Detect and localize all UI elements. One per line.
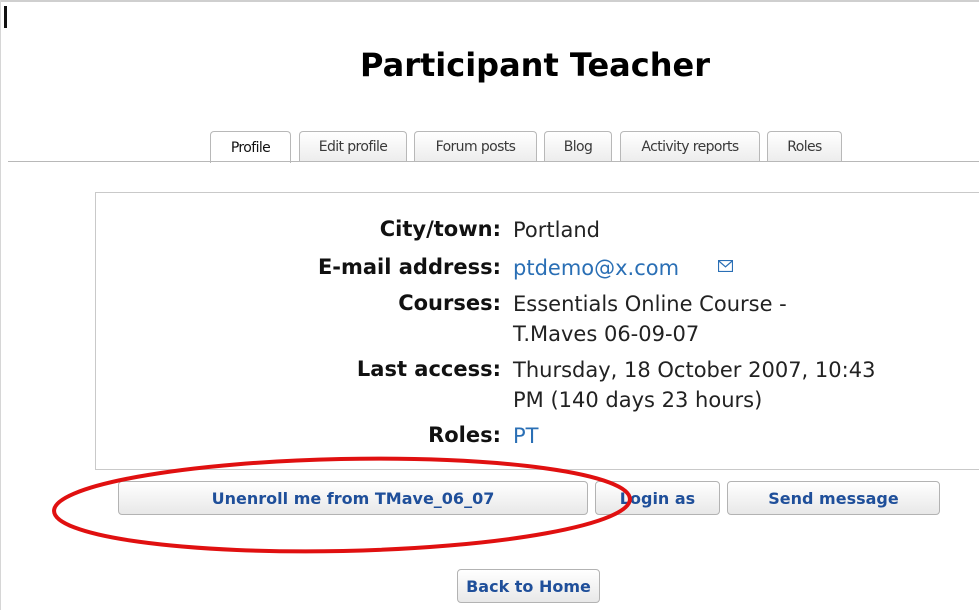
courses-line-1: Essentials Online Course - (513, 292, 787, 316)
mail-icon[interactable] (718, 260, 733, 272)
send-message-button[interactable]: Send message (727, 481, 940, 515)
window-left-border (0, 0, 1, 610)
page-title: Participant Teacher (360, 46, 710, 84)
text-cursor (4, 6, 7, 28)
courses-line-2: T.Maves 06-09-07 (513, 322, 700, 346)
city-label: City/town: (379, 217, 501, 241)
login-as-button[interactable]: Login as (595, 481, 720, 515)
back-to-home-button[interactable]: Back to Home (457, 569, 600, 603)
last-access-label: Last access: (356, 357, 501, 381)
email-label: E-mail address: (317, 255, 501, 279)
tab-roles[interactable]: Roles (767, 131, 842, 162)
tab-edit-profile[interactable]: Edit profile (299, 131, 407, 162)
window-top-border (0, 0, 979, 2)
tab-blog[interactable]: Blog (544, 131, 612, 162)
unenroll-button[interactable]: Unenroll me from TMave_06_07 (118, 481, 588, 515)
tab-activity-reports[interactable]: Activity reports (620, 131, 760, 162)
tab-forum-posts[interactable]: Forum posts (414, 131, 537, 162)
roles-label: Roles: (428, 423, 501, 447)
tab-profile[interactable]: Profile (210, 131, 291, 163)
courses-label: Courses: (398, 291, 501, 315)
tabs-divider (8, 161, 979, 162)
last-access-line-1: Thursday, 18 October 2007, 10:43 (513, 358, 876, 382)
email-link[interactable]: ptdemo@x.com (513, 256, 679, 280)
last-access-line-2: PM (140 days 23 hours) (513, 388, 763, 412)
roles-link[interactable]: PT (513, 424, 539, 448)
city-value: Portland (513, 218, 600, 242)
